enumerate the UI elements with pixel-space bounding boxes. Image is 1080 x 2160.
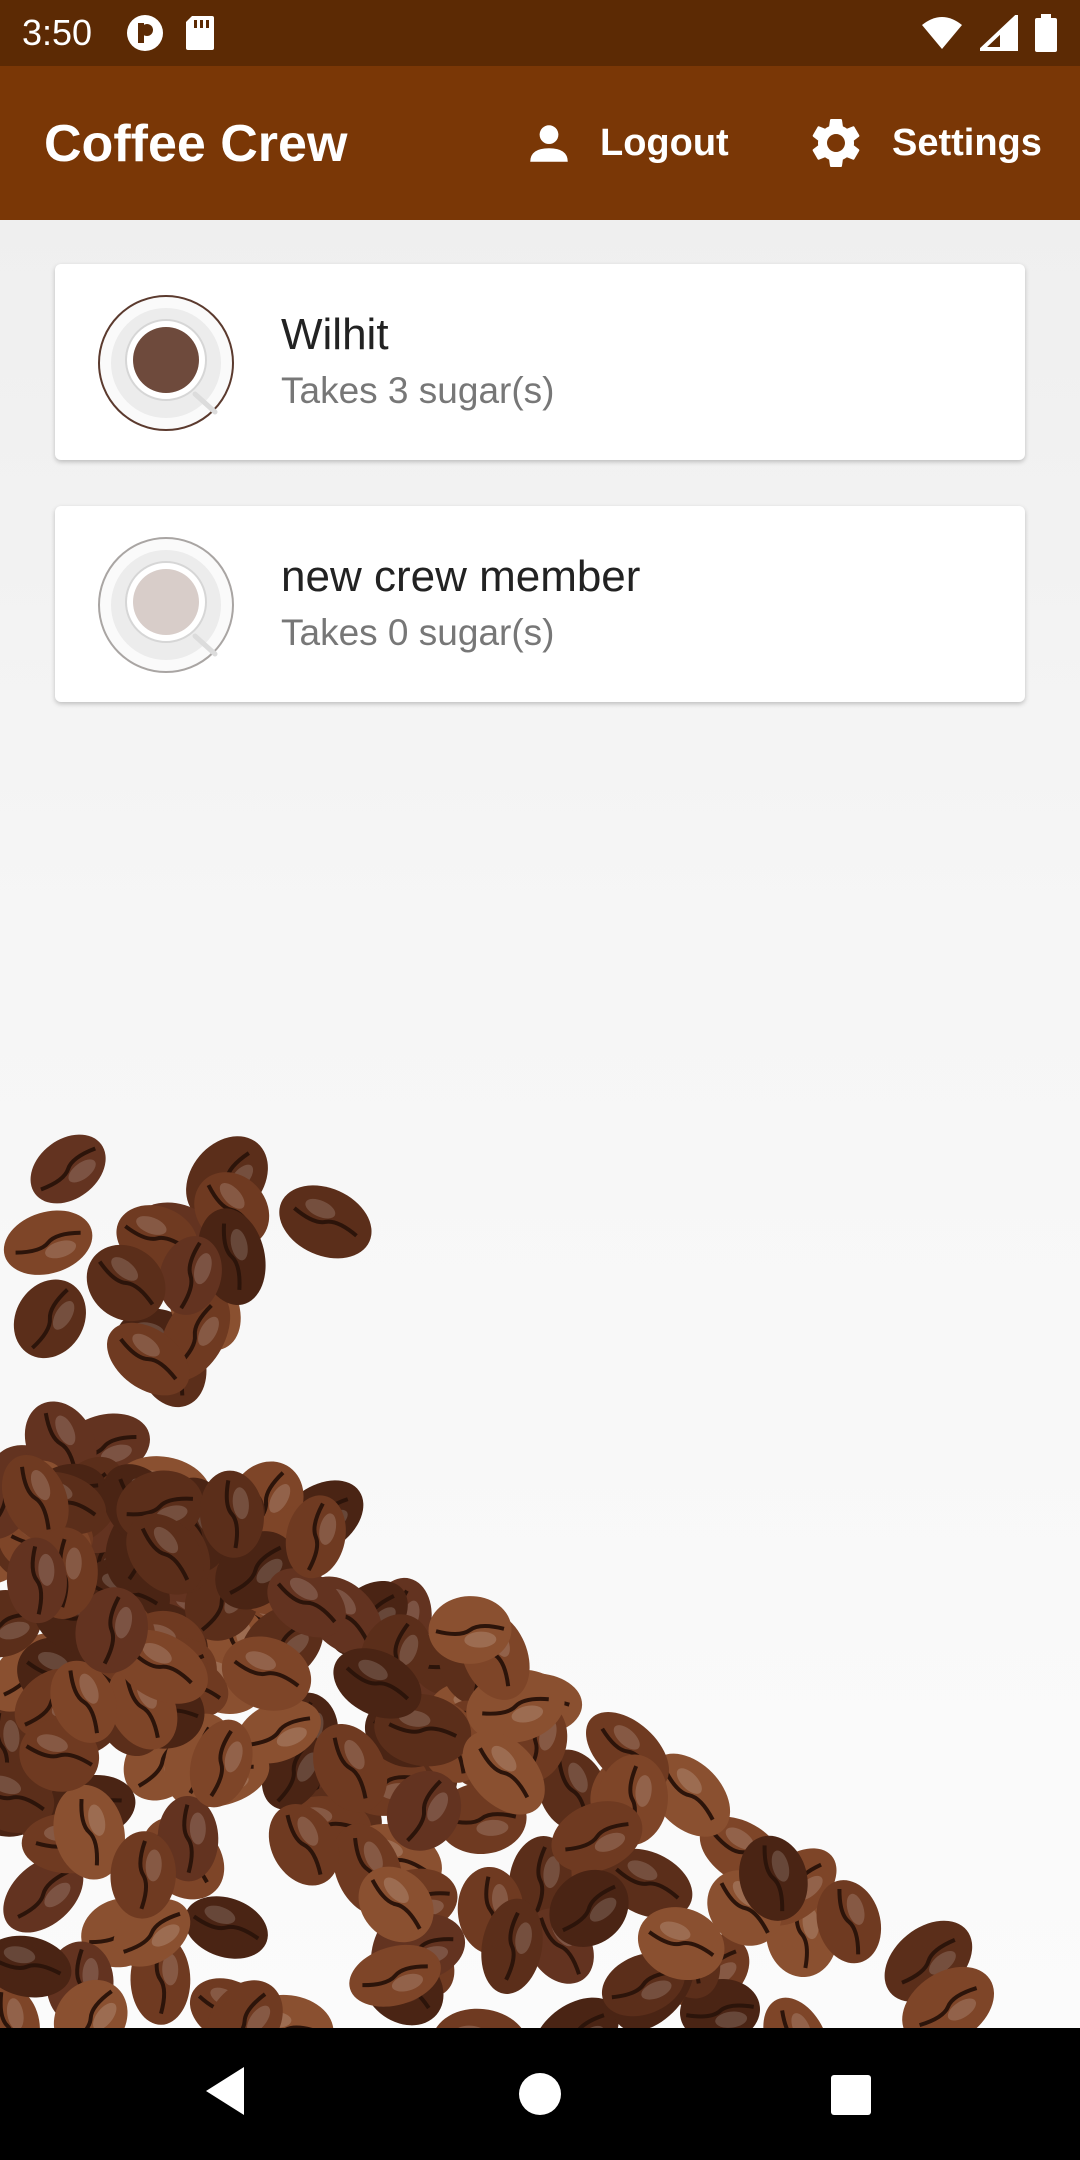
app-bar: Coffee Crew Logout Settings bbox=[0, 66, 1080, 220]
crew-sugar-text: Takes 0 sugar(s) bbox=[281, 612, 555, 653]
app-notification-icon bbox=[127, 15, 163, 51]
status-icons-right bbox=[920, 14, 1058, 52]
app-title: Coffee Crew bbox=[44, 115, 348, 173]
status-icons-left bbox=[126, 14, 216, 52]
battery-icon bbox=[1035, 14, 1057, 52]
coffee-cup-icon bbox=[98, 537, 234, 673]
status-bar: 3:50 bbox=[0, 0, 1080, 66]
cup-fill bbox=[133, 569, 199, 635]
status-time: 3:50 bbox=[22, 12, 93, 53]
home-icon[interactable] bbox=[518, 2072, 562, 2116]
sd-card-icon bbox=[186, 16, 214, 50]
coffee-bean bbox=[279, 1185, 372, 1259]
logout-button[interactable]: Logout bbox=[524, 110, 729, 176]
crew-name: Wilhit bbox=[281, 310, 389, 359]
crew-card[interactable]: new crew member Takes 0 sugar(s) bbox=[55, 506, 1025, 702]
cell-signal-icon bbox=[980, 15, 1018, 51]
settings-button[interactable]: Settings bbox=[806, 110, 1042, 176]
back-icon[interactable] bbox=[202, 2064, 248, 2118]
person-icon bbox=[530, 125, 568, 162]
coffee-bean bbox=[3, 1210, 93, 1275]
recents-icon[interactable] bbox=[830, 2074, 872, 2116]
crew-card[interactable]: Wilhit Takes 3 sugar(s) bbox=[55, 264, 1025, 460]
gear-icon bbox=[812, 118, 860, 167]
system-nav-bar bbox=[0, 2028, 1080, 2160]
crew-list-area: Wilhit Takes 3 sugar(s) new crew member … bbox=[0, 220, 1080, 2028]
logout-label: Logout bbox=[600, 121, 729, 164]
coffee-bean bbox=[30, 1134, 106, 1204]
crew-name: new crew member bbox=[281, 552, 641, 601]
settings-label: Settings bbox=[892, 121, 1042, 164]
crew-sugar-text: Takes 3 sugar(s) bbox=[281, 370, 555, 411]
coffee-cup-icon bbox=[98, 295, 234, 431]
cup-fill bbox=[133, 327, 199, 393]
coffee-bean bbox=[13, 1279, 86, 1359]
wifi-icon bbox=[922, 17, 962, 49]
coffee-bean bbox=[432, 2008, 529, 2028]
coffee-bean bbox=[763, 1997, 830, 2028]
coffee-beans-background bbox=[0, 1134, 994, 2028]
